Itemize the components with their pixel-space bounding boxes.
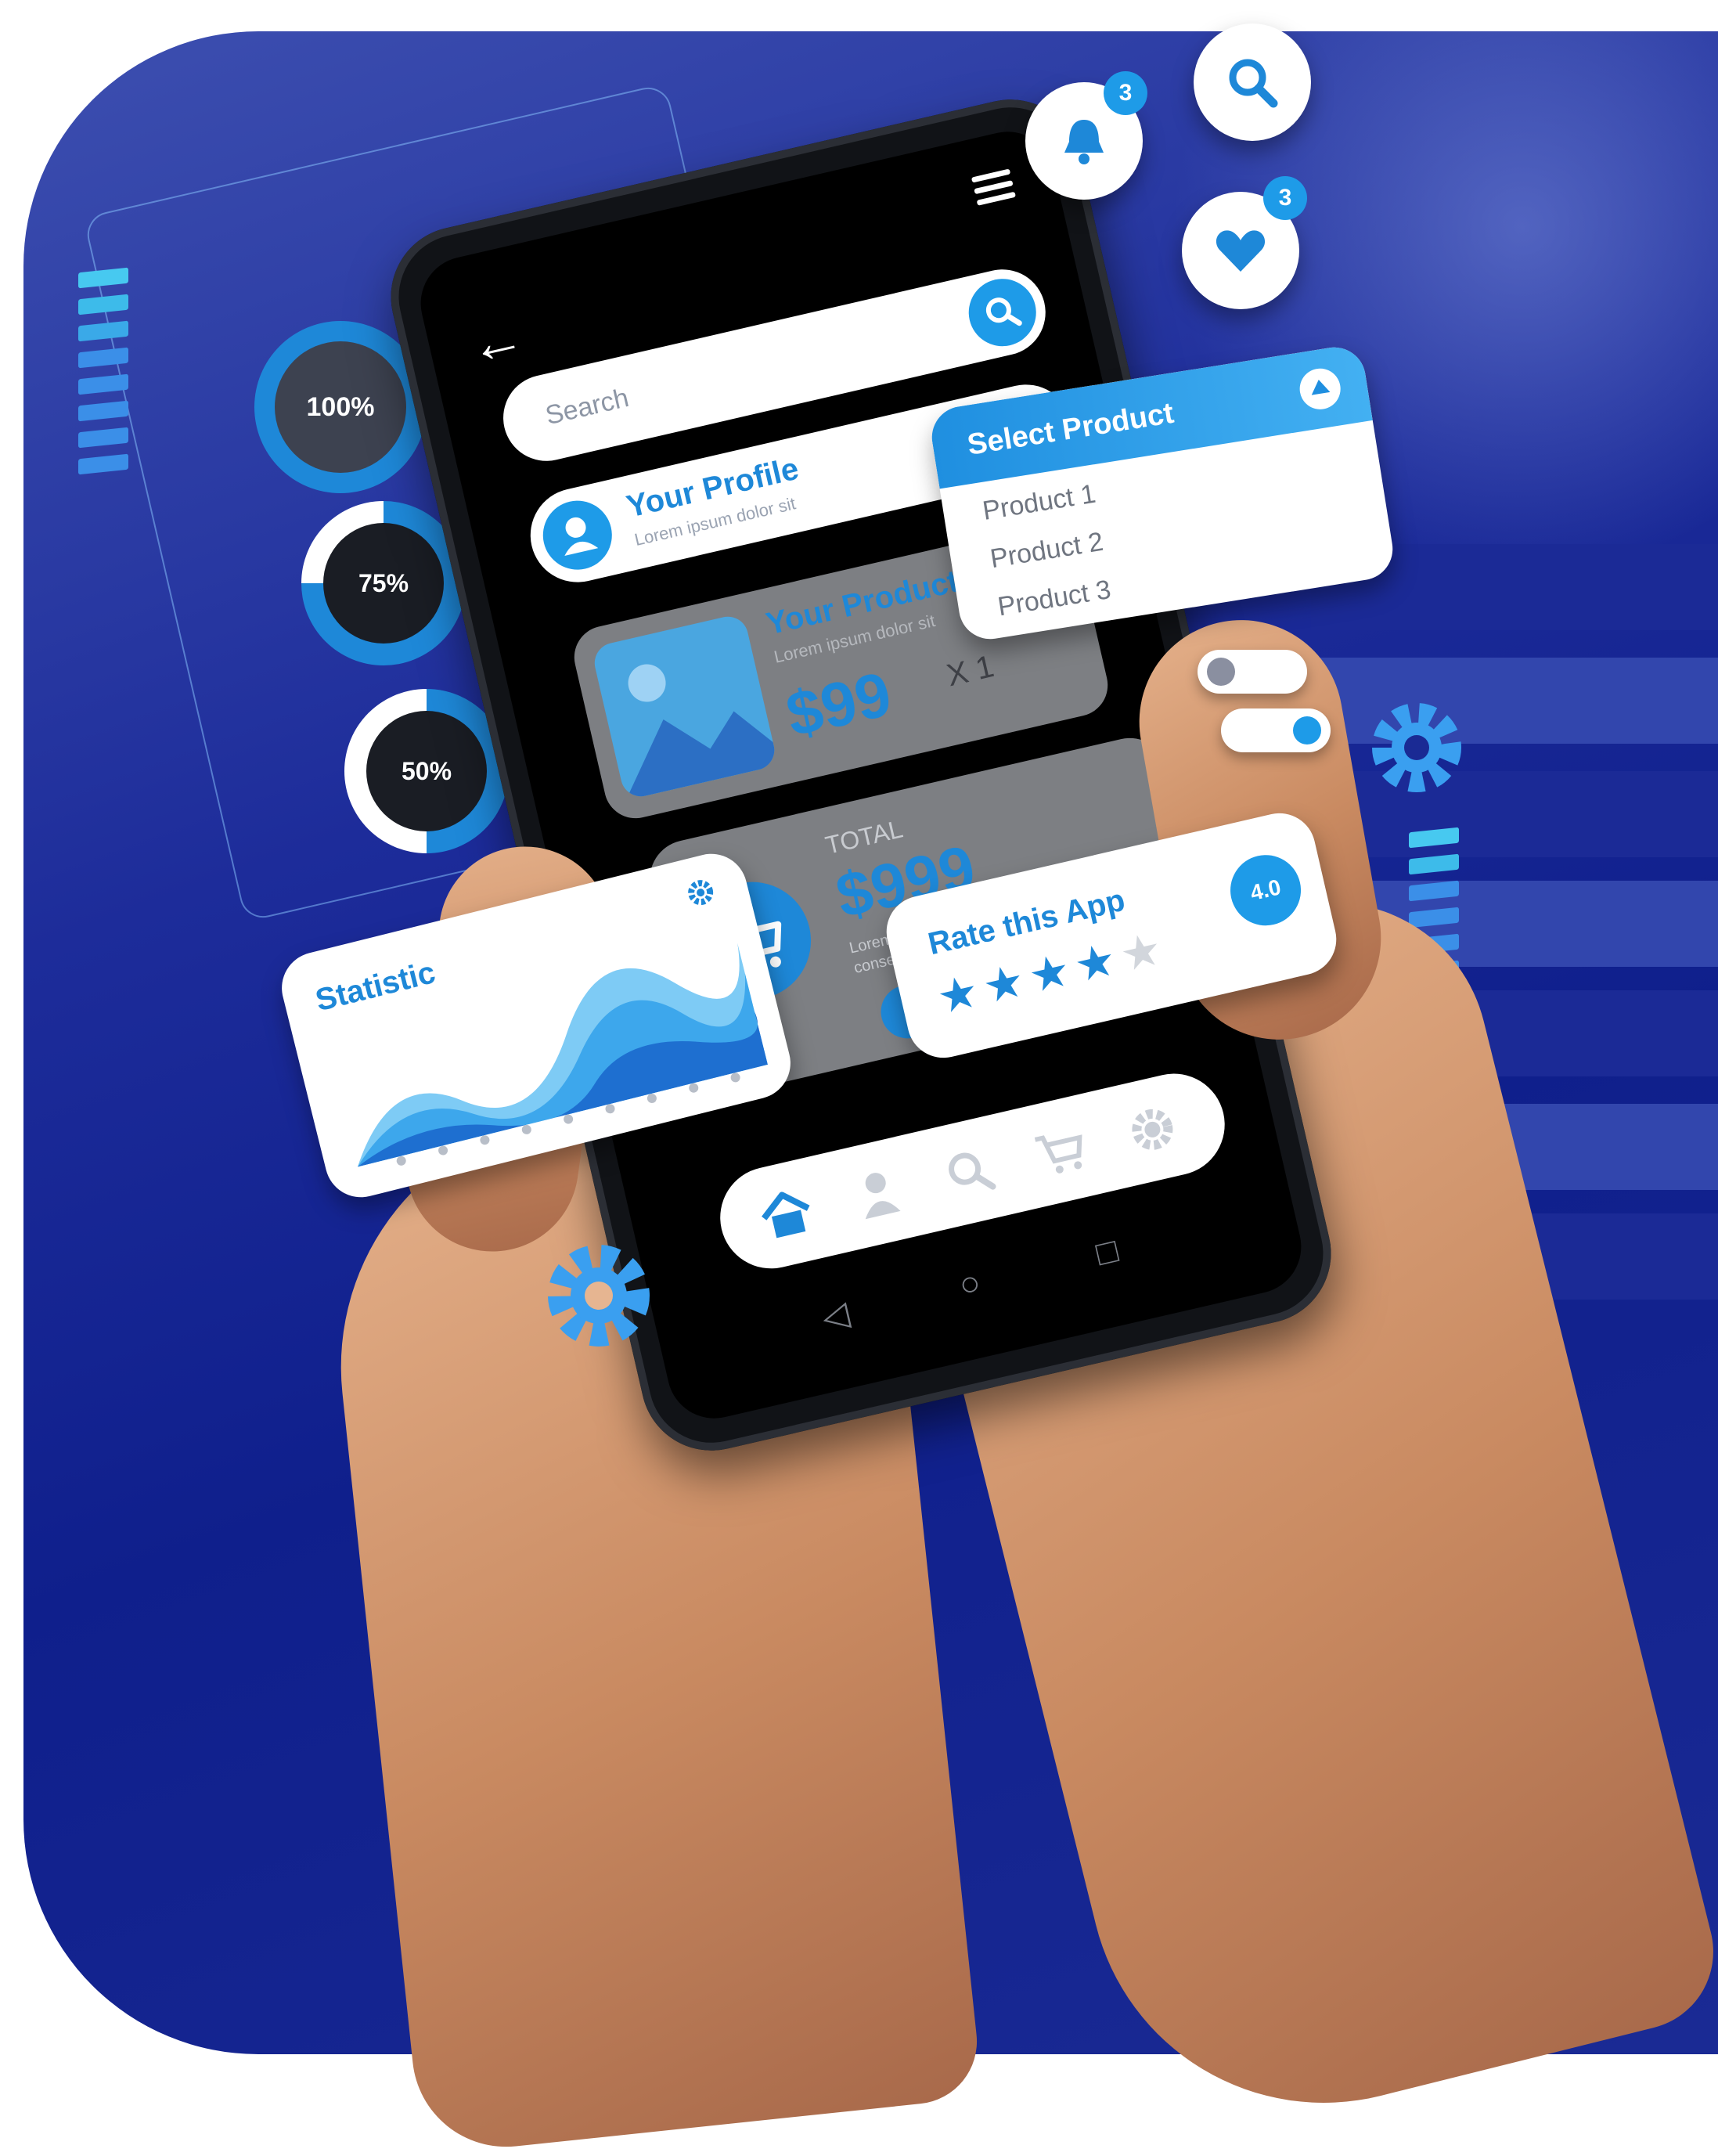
level-bars-left	[78, 267, 128, 486]
product-price: $99	[780, 658, 898, 750]
favorites-badge: 3	[1263, 176, 1307, 220]
user-icon	[536, 493, 619, 577]
search-input[interactable]: Search	[542, 383, 632, 431]
notification-badge: 3	[1104, 71, 1147, 115]
chevron-up-icon[interactable]	[1296, 366, 1344, 413]
gear-icon	[548, 1245, 650, 1347]
toggle-switch-off[interactable]	[1198, 650, 1307, 694]
dropdown-option[interactable]: Product 3	[996, 575, 1113, 622]
dropdown-option[interactable]: Product 2	[989, 527, 1106, 575]
gear-icon[interactable]	[682, 874, 719, 911]
gear-icon	[1372, 703, 1461, 792]
progress-label: 50%	[401, 757, 452, 785]
search-icon	[1229, 59, 1278, 108]
dropdown-option[interactable]: Product 1	[981, 479, 1098, 527]
search-button[interactable]	[962, 272, 1043, 353]
hamburger-menu-icon[interactable]	[970, 163, 1017, 212]
progress-ring-75: 75%	[301, 501, 466, 665]
back-triangle-icon[interactable]: ◁	[818, 1293, 852, 1338]
progress-label: 100%	[306, 392, 375, 422]
image-icon	[590, 612, 779, 801]
search-bubble-button[interactable]	[1194, 23, 1311, 141]
toggle-switch-on[interactable]	[1221, 708, 1331, 752]
search-icon	[985, 297, 1022, 326]
dropdown-title: Select Product	[965, 396, 1176, 462]
product-quantity: X 1	[943, 648, 997, 694]
bell-icon	[1064, 120, 1104, 164]
rating-score-badge: 4.0	[1223, 848, 1309, 933]
progress-ring-50: 50%	[344, 689, 509, 853]
cart-icon[interactable]	[1028, 1118, 1094, 1184]
search-icon[interactable]	[937, 1139, 1003, 1205]
recents-square-icon[interactable]: □	[1093, 1231, 1122, 1274]
progress-label: 75%	[358, 569, 409, 597]
home-icon[interactable]	[754, 1181, 819, 1247]
home-circle-icon[interactable]: ○	[956, 1263, 985, 1306]
gear-icon[interactable]	[1119, 1097, 1185, 1163]
favorites-button[interactable]: 3	[1182, 176, 1307, 309]
back-arrow-icon[interactable]: ←	[463, 305, 530, 377]
user-icon[interactable]	[845, 1160, 911, 1226]
notification-bell-button[interactable]: 3	[1025, 71, 1147, 200]
heart-icon	[1216, 230, 1266, 272]
